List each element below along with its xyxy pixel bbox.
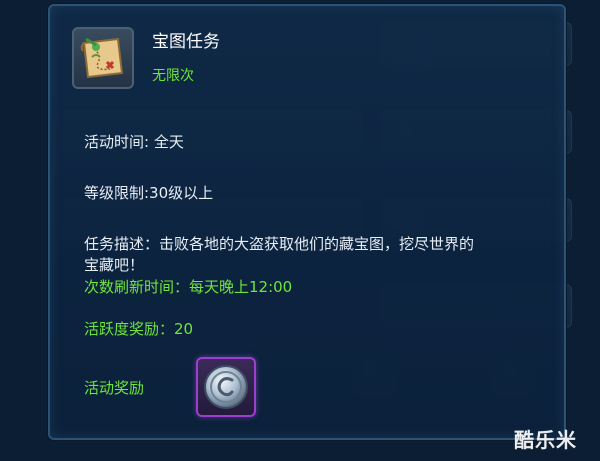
- refresh-time: 次数刷新时间：每天晚上12:00: [84, 278, 293, 296]
- silver-coin-icon: [204, 365, 248, 409]
- quest-description: 任务描述：击败各地的大盗获取他们的藏宝图，挖尽世界的宝藏吧！: [84, 235, 475, 274]
- watermark-logo: 酷乐米: [514, 428, 577, 452]
- quest-frequency: 无限次: [152, 68, 194, 84]
- level-limit: 等级限制:30级以上: [84, 184, 214, 202]
- activity-time: 活动时间: 全天: [84, 133, 184, 151]
- quest-title: 宝图任务: [152, 32, 220, 52]
- quest-icon-slot: [72, 27, 134, 89]
- treasure-map-icon: [80, 37, 124, 79]
- activity-points-reward: 活跃度奖励：20: [84, 320, 194, 338]
- reward-item-slot[interactable]: [196, 357, 256, 417]
- reward-label: 活动奖励: [84, 379, 145, 397]
